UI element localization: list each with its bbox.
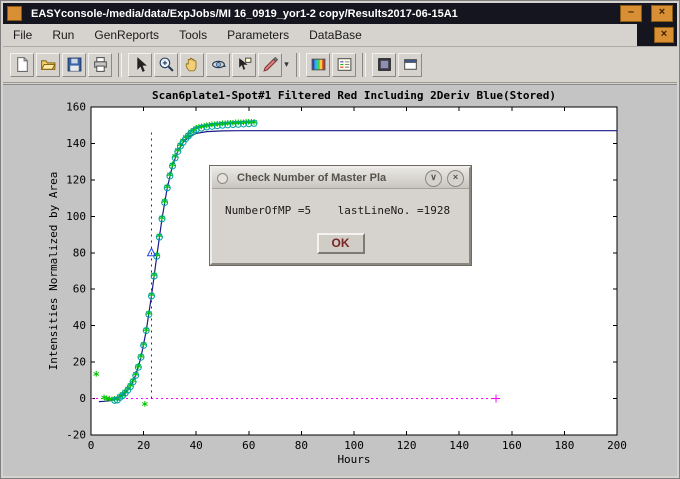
pan-hand-icon xyxy=(184,56,201,73)
rotate-3d-icon xyxy=(210,56,227,73)
svg-text:100: 100 xyxy=(344,439,364,452)
new-window-icon xyxy=(402,56,419,73)
menu-bar-items: FileRunGenReportsToolsParametersDataBase xyxy=(3,25,372,45)
y-axis-label: Intensities Normalized by Area xyxy=(47,172,60,371)
dialog-close-button[interactable]: × xyxy=(447,170,464,187)
dialog-icon xyxy=(217,173,228,184)
brush-dropdown-arrow[interactable]: ▾ xyxy=(282,59,291,70)
svg-text:120: 120 xyxy=(397,439,417,452)
dialog-ok-button[interactable]: OK xyxy=(317,233,365,254)
svg-text:-20: -20 xyxy=(66,429,86,442)
svg-text:80: 80 xyxy=(73,246,86,259)
menu-item-tools[interactable]: Tools xyxy=(169,25,217,45)
svg-text:140: 140 xyxy=(449,439,469,452)
figure-area: Scan6plate1-Spot#1 Filtered Red Includin… xyxy=(3,84,677,476)
menu-item-file[interactable]: File xyxy=(3,25,42,45)
dock-figure-button[interactable] xyxy=(372,53,396,77)
save-figure-button[interactable] xyxy=(62,53,86,77)
open-file-button[interactable] xyxy=(36,53,60,77)
svg-text:20: 20 xyxy=(73,356,86,369)
brush-icon xyxy=(262,56,279,73)
plot-area xyxy=(91,107,617,435)
menu-item-database[interactable]: DataBase xyxy=(299,25,372,45)
insert-colorbar-icon xyxy=(310,56,327,73)
insert-legend-button[interactable] xyxy=(332,53,356,77)
svg-text:40: 40 xyxy=(190,439,203,452)
svg-text:*: * xyxy=(93,369,100,383)
svg-text:60: 60 xyxy=(242,439,255,452)
svg-text:20: 20 xyxy=(137,439,150,452)
menu-bar: FileRunGenReportsToolsParametersDataBase… xyxy=(3,24,677,47)
svg-text:0: 0 xyxy=(88,439,95,452)
svg-text:140: 140 xyxy=(66,137,86,150)
edit-plot-icon xyxy=(132,56,149,73)
svg-text:120: 120 xyxy=(66,173,86,186)
dialog-check-number-of-master-plates: Check Number of Master Pla ∨ × NumberOfM… xyxy=(210,166,471,265)
dialog-body: NumberOfMP =5 lastLineNo. =1928 OK xyxy=(212,189,469,263)
toolbar-separator xyxy=(362,53,366,77)
insert-legend-icon xyxy=(336,56,353,73)
new-window-button[interactable] xyxy=(398,53,422,77)
save-figure-icon xyxy=(66,56,83,73)
chart-title: Scan6plate1-Spot#1 Filtered Red Includin… xyxy=(152,89,556,102)
svg-text:40: 40 xyxy=(73,319,86,332)
svg-text:200: 200 xyxy=(607,439,627,452)
svg-text:0: 0 xyxy=(79,392,86,405)
title-bar: EASYconsole-/media/data/ExpJobs/MI 16_09… xyxy=(3,3,677,24)
dialog-title: Check Number of Master Pla xyxy=(237,172,420,184)
zoom-in-button[interactable] xyxy=(154,53,178,77)
toolbar-separator xyxy=(118,53,122,77)
brush-button[interactable] xyxy=(258,53,282,77)
toolbar-separator xyxy=(296,53,300,77)
open-file-icon xyxy=(40,56,57,73)
dock-figure-icon xyxy=(376,56,393,73)
insert-colorbar-button[interactable] xyxy=(306,53,330,77)
app-window: EASYconsole-/media/data/ExpJobs/MI 16_09… xyxy=(0,0,680,479)
child-close-button[interactable]: × xyxy=(654,27,674,43)
menu-item-run[interactable]: Run xyxy=(42,25,84,45)
svg-text:60: 60 xyxy=(73,283,86,296)
menu-item-genreports[interactable]: GenReports xyxy=(84,25,169,45)
print-figure-button[interactable] xyxy=(88,53,112,77)
close-button[interactable]: × xyxy=(651,5,673,22)
zoom-in-icon xyxy=(158,56,175,73)
edit-plot-button[interactable] xyxy=(128,53,152,77)
app-icon xyxy=(7,6,22,21)
dialog-title-bar[interactable]: Check Number of Master Pla ∨ × xyxy=(212,168,469,189)
menu-corner: × xyxy=(637,24,677,46)
svg-text:*: * xyxy=(141,399,148,413)
data-cursor-button[interactable] xyxy=(232,53,256,77)
x-axis-label: Hours xyxy=(337,453,370,466)
minimize-button[interactable]: – xyxy=(620,5,642,22)
menu-item-parameters[interactable]: Parameters xyxy=(217,25,299,45)
print-figure-icon xyxy=(92,56,109,73)
dialog-message: NumberOfMP =5 lastLineNo. =1928 xyxy=(225,204,450,217)
svg-text:160: 160 xyxy=(502,439,522,452)
svg-text:80: 80 xyxy=(295,439,308,452)
svg-text:100: 100 xyxy=(66,210,86,223)
rotate-3d-button[interactable] xyxy=(206,53,230,77)
new-figure-icon xyxy=(14,56,31,73)
new-figure-button[interactable] xyxy=(10,53,34,77)
chart: Scan6plate1-Spot#1 Filtered Red Includin… xyxy=(3,85,679,478)
data-cursor-icon xyxy=(236,56,253,73)
svg-text:160: 160 xyxy=(66,101,86,114)
pan-hand-button[interactable] xyxy=(180,53,204,77)
svg-text:180: 180 xyxy=(554,439,574,452)
toolbar: ▾ xyxy=(3,47,677,83)
window-title: EASYconsole-/media/data/ExpJobs/MI 16_09… xyxy=(31,8,611,20)
dialog-collapse-button[interactable]: ∨ xyxy=(425,170,442,187)
